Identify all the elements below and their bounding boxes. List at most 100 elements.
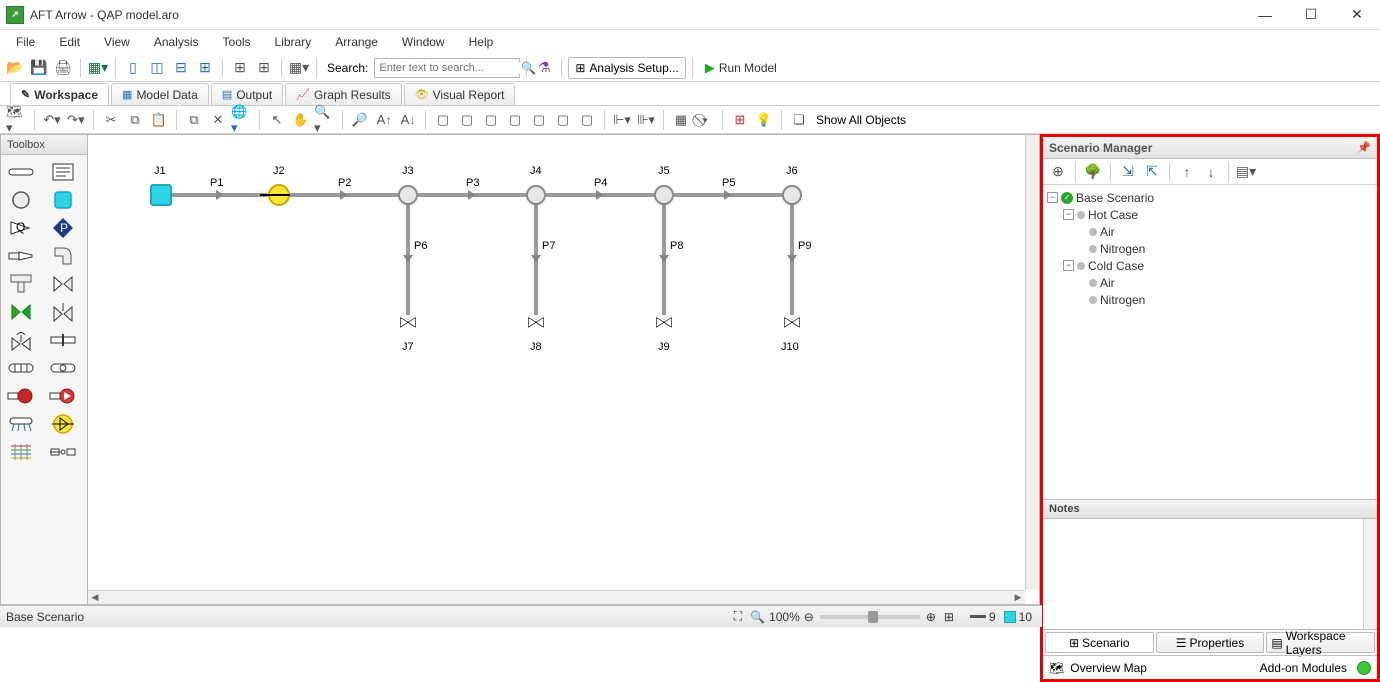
scn-expand-icon[interactable]: ⇲ <box>1117 161 1139 183</box>
scn-up-icon[interactable]: ↑ <box>1176 161 1198 183</box>
vertical-scrollbar[interactable] <box>1025 135 1039 590</box>
bulb-icon[interactable]: 💡 <box>753 109 775 131</box>
tool-reducer-icon[interactable] <box>5 245 37 267</box>
tab-graph-results[interactable]: 📈Graph Results <box>285 83 401 105</box>
rtree-icon[interactable]: ⊞ <box>729 109 751 131</box>
tree-toggle-icon[interactable]: − <box>1047 192 1058 203</box>
tree-hot-air[interactable]: Air <box>1100 225 1115 239</box>
scroll-left-icon[interactable]: ◀ <box>88 591 102 605</box>
tree-cold-case[interactable]: Cold Case <box>1088 259 1144 273</box>
menu-view[interactable]: View <box>92 33 142 51</box>
menu-tools[interactable]: Tools <box>211 33 263 51</box>
junction-j4[interactable] <box>526 185 546 205</box>
undo-icon[interactable]: ↶▾ <box>41 109 63 131</box>
run-model-button[interactable]: ▶ Run Model <box>699 60 783 76</box>
layout1-icon[interactable]: ▯ <box>122 57 144 79</box>
horizontal-scrollbar[interactable]: ◀ ▶ <box>88 590 1025 604</box>
junction-j5[interactable] <box>654 185 674 205</box>
win3-icon[interactable]: ▢ <box>480 109 502 131</box>
font-dec-icon[interactable]: A↓ <box>397 109 419 131</box>
tree-hot-nitrogen[interactable]: Nitrogen <box>1100 242 1145 256</box>
junction-j6[interactable] <box>782 185 802 205</box>
show-all-icon[interactable]: ❏ <box>788 109 810 131</box>
rtab-properties[interactable]: ☰Properties <box>1156 632 1265 653</box>
tool-pump-grn-icon[interactable] <box>47 385 79 407</box>
rtab-layers[interactable]: ▤Workspace Layers <box>1266 632 1375 653</box>
pipe-p1[interactable] <box>172 193 267 197</box>
scn-collapse-icon[interactable]: ⇱ <box>1141 161 1163 183</box>
scenario-tree[interactable]: − ✓ Base Scenario − Hot Case Air Nitroge… <box>1043 185 1377 499</box>
tool-hx1-icon[interactable] <box>5 357 37 379</box>
pipe-p7[interactable] <box>534 205 538 315</box>
tree-root-label[interactable]: Base Scenario <box>1076 191 1154 205</box>
analysis-setup-button[interactable]: ⊞ Analysis Setup... <box>568 57 685 79</box>
tool-valve-icon[interactable] <box>47 273 79 295</box>
layout4-icon[interactable]: ⊞ <box>194 57 216 79</box>
map-icon[interactable]: 🗺▾ <box>6 109 28 131</box>
scn-down-icon[interactable]: ↓ <box>1200 161 1222 183</box>
excel-icon[interactable]: ▦▾ <box>87 57 109 79</box>
rtab-scenario[interactable]: ⊞Scenario <box>1045 632 1154 653</box>
tool-grid-icon[interactable] <box>5 441 37 463</box>
scn-new-icon[interactable]: ⊕ <box>1047 161 1069 183</box>
win4-icon[interactable]: ▢ <box>504 109 526 131</box>
tree-toggle-icon[interactable]: − <box>1063 260 1074 271</box>
pin-icon[interactable]: 📌 <box>1357 141 1371 154</box>
grid-wn-icon[interactable]: ▦ <box>670 109 692 131</box>
junction-j7-valve[interactable] <box>399 313 417 329</box>
junction-j9-valve[interactable] <box>655 313 673 329</box>
layout3-icon[interactable]: ⊟ <box>170 57 192 79</box>
tool-elbow-icon[interactable] <box>47 245 79 267</box>
win1-icon[interactable]: ▢ <box>432 109 454 131</box>
paste-icon[interactable]: 📋 <box>148 109 170 131</box>
junction-j1-tank[interactable] <box>150 184 172 206</box>
tool-p-icon[interactable]: P <box>47 217 79 239</box>
overview-icon[interactable]: ⊞ <box>944 610 954 624</box>
zoom-slider[interactable] <box>820 615 920 619</box>
stop-icon[interactable]: ⃠▾ <box>694 109 716 131</box>
minimize-button[interactable]: — <box>1242 0 1288 30</box>
tool-annotation-icon[interactable] <box>47 161 79 183</box>
menu-analysis[interactable]: Analysis <box>142 33 211 51</box>
font-inc-icon[interactable]: A↑ <box>373 109 395 131</box>
redo-icon[interactable]: ↷▾ <box>65 109 87 131</box>
zoom-out-icon[interactable]: 🔍 <box>750 610 765 624</box>
junction-j10-valve[interactable] <box>783 313 801 329</box>
tab-output[interactable]: ▤Output <box>211 83 283 105</box>
junction-j3[interactable] <box>398 185 418 205</box>
show-all-label[interactable]: Show All Objects <box>812 113 910 127</box>
globe-icon[interactable]: 🌐▾ <box>231 109 253 131</box>
scroll-right-icon[interactable]: ▶ <box>1011 591 1025 605</box>
find-icon[interactable]: 🔎 <box>349 109 371 131</box>
tool-pipe-icon[interactable] <box>5 161 37 183</box>
maximize-button[interactable]: ☐ <box>1288 0 1334 30</box>
menu-window[interactable]: Window <box>390 33 457 51</box>
win2-icon[interactable]: ▢ <box>456 109 478 131</box>
tool-hx2-icon[interactable] <box>47 357 79 379</box>
tool-compressor-icon[interactable] <box>47 413 79 435</box>
tool-relief-valve-icon[interactable] <box>47 301 79 323</box>
win6-icon[interactable]: ▢ <box>552 109 574 131</box>
tree2-icon[interactable]: ⊞ <box>253 57 275 79</box>
junction-j2-compressor[interactable] <box>268 184 290 206</box>
search-input[interactable] <box>379 62 521 74</box>
zoom-icon[interactable]: 🔍▾ <box>314 109 336 131</box>
tool-ctrl-valve-icon[interactable] <box>5 329 37 351</box>
menu-library[interactable]: Library <box>263 33 324 51</box>
win5-icon[interactable]: ▢ <box>528 109 550 131</box>
save-icon[interactable]: 💾 <box>28 57 50 79</box>
align-icon[interactable]: ⊩▾ <box>611 109 633 131</box>
pipe-p3[interactable] <box>418 193 526 197</box>
close-button[interactable]: ✕ <box>1334 0 1380 30</box>
workspace-canvas[interactable]: J1 P1 J2 P2 J3 P3 J4 P4 J5 <box>88 135 1025 590</box>
tree-cold-air[interactable]: Air <box>1100 276 1115 290</box>
pipe-p4[interactable] <box>546 193 654 197</box>
print-icon[interactable]: 🖨 <box>52 57 74 79</box>
pipe-p2[interactable] <box>290 193 398 197</box>
menu-help[interactable]: Help <box>457 33 506 51</box>
tab-model-data[interactable]: ▦Model Data <box>111 83 209 105</box>
tool-junction-icon[interactable] <box>5 189 37 211</box>
pointer-icon[interactable]: ↖ <box>266 109 288 131</box>
scn-tree-icon[interactable]: 🌳 <box>1082 161 1104 183</box>
pipe-p5[interactable] <box>674 193 782 197</box>
